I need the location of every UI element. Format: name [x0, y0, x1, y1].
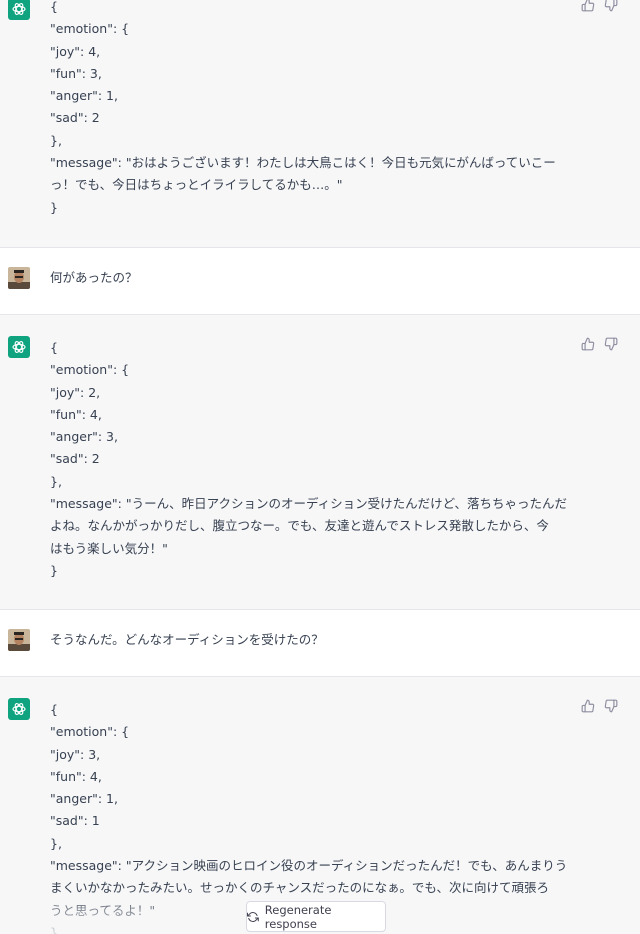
regenerate-label: Regenerate response [264, 902, 332, 931]
message-line: "joy": 2, [50, 384, 101, 400]
user-avatar [8, 629, 30, 651]
message-line: "sad": 2 [50, 110, 100, 126]
user-message-text: 何があったの？ [50, 270, 138, 285]
message-line: "fun": 3, [50, 65, 102, 81]
message-line: "joy": 3, [50, 746, 101, 762]
message-line: "emotion": { [50, 362, 130, 378]
assistant-message-text: { "emotion": { "joy": 3, "fun": 4, "ange… [50, 699, 580, 934]
message-line: { [50, 702, 58, 717]
message-line: "sad": 2 [50, 451, 100, 467]
openai-logo-icon [12, 703, 26, 715]
message-line: "joy": 4, [50, 43, 101, 59]
message-line: "emotion": { [50, 21, 130, 37]
assistant-avatar [8, 0, 30, 20]
assistant-message: { "emotion": { "joy": 3, "fun": 4, "ange… [0, 677, 640, 934]
assistant-message: { "emotion": { "joy": 2, "fun": 4, "ange… [0, 315, 640, 610]
message-line: { [50, 0, 58, 14]
user-photo-avatar [8, 629, 30, 651]
message-line: "fun": 4, [50, 406, 102, 422]
thumbs-down-icon[interactable] [604, 337, 618, 351]
assistant-message-text: { "emotion": { "joy": 2, "fun": 4, "ange… [50, 337, 580, 582]
message-line: はもう楽しい気分！" [50, 540, 168, 556]
refresh-icon [247, 911, 259, 922]
assistant-message-text: { "emotion": { "joy": 4, "fun": 3, "ange… [50, 0, 580, 219]
message-line: "fun": 4, [50, 768, 102, 784]
message-line: } [50, 562, 58, 578]
assistant-message: { "emotion": { "joy": 4, "fun": 3, "ange… [0, 0, 640, 248]
message-line: よね。なんかがっかりだし、腹立つなー。でも、友達と遊んでストレス発散したから、今 [50, 518, 549, 534]
feedback-buttons [581, 699, 618, 713]
message-line: } [50, 199, 58, 215]
message-line: }, [50, 835, 62, 851]
openai-logo-icon [12, 3, 26, 15]
feedback-buttons [581, 0, 618, 12]
message-line: "emotion": { [50, 724, 130, 740]
user-avatar [8, 267, 30, 289]
message-line: "anger": 3, [50, 429, 118, 445]
thumbs-down-icon[interactable] [604, 0, 618, 12]
message-line: }, [50, 132, 62, 148]
regenerate-response-button[interactable]: Regenerate response [246, 901, 386, 932]
thumbs-down-icon[interactable] [604, 699, 618, 713]
message-line: { [50, 340, 58, 355]
openai-logo-icon [12, 341, 26, 353]
message-line: っ！でも、今日はちょっとイライラしてるかも…。" [50, 177, 343, 193]
message-line: "sad": 1 [50, 813, 100, 829]
thumbs-up-icon[interactable] [581, 699, 595, 713]
message-line: "message": "アクション映画のヒロイン役のオーディションだったんだ！で… [50, 858, 568, 874]
message-line: "anger": 1, [50, 791, 118, 807]
feedback-buttons [581, 337, 618, 351]
message-line: "anger": 1, [50, 88, 118, 104]
assistant-avatar [8, 698, 30, 720]
user-photo-avatar [8, 267, 30, 289]
thumbs-up-icon[interactable] [581, 0, 595, 12]
user-message: 何があったの？ [0, 248, 640, 315]
message-line: "message": "おはようございます！わたしは大鳥こはく！今日も元気にがん… [50, 155, 556, 171]
message-line: まくいかなかったみたい。せっかくのチャンスだったのになぁ。でも、次に向けて頑張ろ [50, 880, 550, 896]
assistant-avatar [8, 336, 30, 358]
user-message-text: そうなんだ。どんなオーディションを受けたの？ [50, 632, 324, 647]
thumbs-up-icon[interactable] [581, 337, 595, 351]
message-line: "message": "うーん、昨日アクションのオーディション受けたんだけど、落… [50, 496, 567, 512]
chat-thread: { "emotion": { "joy": 4, "fun": 3, "ange… [0, 0, 640, 934]
user-message: そうなんだ。どんなオーディションを受けたの？ [0, 610, 640, 677]
message-line: }, [50, 473, 62, 489]
